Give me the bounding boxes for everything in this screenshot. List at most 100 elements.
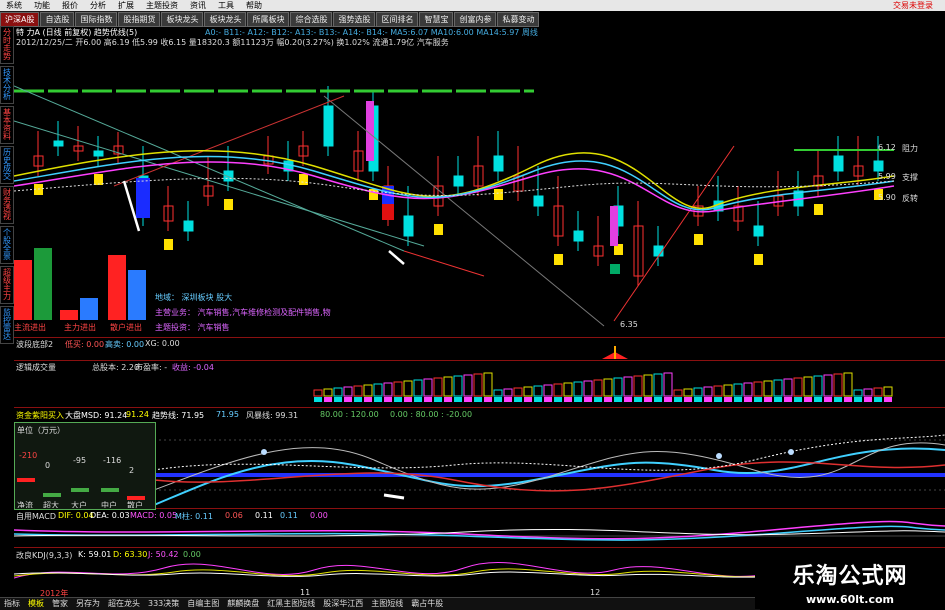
bottom-tab-7[interactable]: 麒麟换盘 bbox=[223, 598, 263, 610]
indicator1-v1: 低买: 0.00 bbox=[65, 340, 105, 349]
bottom-tab-8[interactable]: 红黑主图短线 bbox=[263, 598, 319, 610]
tab-8[interactable]: 强势选股 bbox=[333, 12, 376, 27]
flow-dot bbox=[261, 449, 267, 455]
unit-label: 净流 bbox=[17, 500, 33, 508]
tab-3[interactable]: 股指期货 bbox=[118, 12, 161, 27]
tab-4[interactable]: 板块龙头 bbox=[161, 12, 204, 27]
volume-bar bbox=[313, 389, 323, 397]
tab-1[interactable]: 自选股 bbox=[40, 12, 75, 27]
indicator3-name[interactable]: 资金紫阳买入 bbox=[16, 410, 64, 421]
volume-bar-small bbox=[514, 397, 522, 402]
support-value: 5.99 bbox=[878, 172, 896, 181]
tab-2[interactable]: 国际指数 bbox=[75, 12, 118, 27]
signal-box bbox=[814, 204, 823, 215]
tab-6[interactable]: 所属板块 bbox=[247, 12, 290, 27]
resistance-label: 阻力 bbox=[902, 144, 918, 153]
volume-bar-small bbox=[504, 397, 512, 402]
volume-bar-small bbox=[604, 397, 612, 402]
volume-bar bbox=[453, 375, 463, 397]
volume-bar bbox=[533, 385, 543, 397]
sidebar-item-3[interactable]: 历史成交 bbox=[0, 146, 14, 184]
tab-12[interactable]: 私募变动 bbox=[497, 12, 540, 27]
volume-bar bbox=[413, 379, 423, 397]
volume-bar-small bbox=[864, 397, 872, 402]
menu-extend[interactable]: 扩展 bbox=[112, 0, 140, 11]
tab-9[interactable]: 区间排名 bbox=[376, 12, 419, 27]
volume-bar-small bbox=[764, 397, 772, 402]
bottom-tab-11[interactable]: 霸占牛股 bbox=[407, 598, 447, 610]
menu-bar: 系统 功能 报价 分析 扩展 主题投资 资讯 工具 帮助 交易未登录 bbox=[0, 0, 945, 11]
volume-bar bbox=[403, 380, 413, 397]
volume-bar-small bbox=[534, 397, 542, 402]
bottom-tab-0[interactable]: 指标 bbox=[0, 598, 24, 610]
menu-system[interactable]: 系统 bbox=[0, 0, 28, 11]
volume-bar-small bbox=[804, 397, 812, 402]
tab-5[interactable]: 板块龙头 bbox=[204, 12, 247, 27]
bottom-tab-6[interactable]: 自编主图 bbox=[183, 598, 223, 610]
volume-bar-small bbox=[644, 397, 652, 402]
menu-function[interactable]: 功能 bbox=[28, 0, 56, 11]
sidebar-item-2[interactable]: 基本资料 bbox=[0, 106, 14, 144]
menu-tools[interactable]: 工具 bbox=[212, 0, 240, 11]
unit-label: 中户 bbox=[101, 500, 117, 508]
candle-body bbox=[873, 160, 884, 172]
volume-bar bbox=[863, 388, 873, 397]
bottom-tab-2[interactable]: 管家 bbox=[48, 598, 72, 610]
volume-bar bbox=[743, 382, 753, 397]
unit-bar bbox=[127, 496, 145, 500]
sidebar-item-4[interactable]: 财务透视 bbox=[0, 186, 14, 224]
tab-0[interactable]: 沪深A股 bbox=[0, 12, 40, 27]
volume-bar-small bbox=[884, 397, 892, 402]
candle-body bbox=[833, 155, 844, 172]
bottom-tab-3[interactable]: 另存为 bbox=[72, 598, 104, 610]
candle-body bbox=[53, 140, 64, 147]
sidebar-item-6[interactable]: 超级主力 bbox=[0, 266, 14, 304]
tab-10[interactable]: 智慧宝 bbox=[419, 12, 454, 27]
tab-11[interactable]: 创富内参 bbox=[454, 12, 497, 27]
sidebar-item-7[interactable]: 监控雷达 bbox=[0, 306, 14, 344]
volume-bar bbox=[473, 373, 483, 397]
flow-bar-blue bbox=[128, 270, 146, 320]
panel-divider bbox=[14, 360, 945, 361]
volume-bar-small bbox=[584, 397, 592, 402]
unit-bar bbox=[71, 488, 89, 492]
volume-bar bbox=[543, 384, 553, 397]
volume-bar-small bbox=[324, 397, 332, 402]
volume-bar bbox=[443, 376, 453, 397]
volume-bar bbox=[813, 375, 823, 397]
bottom-tab-9[interactable]: 股深华江西 bbox=[319, 598, 367, 610]
flow-marker bbox=[383, 493, 405, 500]
sidebar-item-5[interactable]: 个股全景 bbox=[0, 226, 14, 264]
menu-analysis[interactable]: 分析 bbox=[84, 0, 112, 11]
volume-bar-small bbox=[624, 397, 632, 402]
bottom-tab-5[interactable]: 333决策 bbox=[144, 598, 183, 610]
login-status[interactable]: 交易未登录 bbox=[887, 0, 945, 11]
menu-news[interactable]: 资讯 bbox=[184, 0, 212, 11]
volume-bar bbox=[803, 376, 813, 397]
flow-line bbox=[154, 442, 945, 491]
unit-value: 2 bbox=[129, 466, 134, 475]
volume-bar bbox=[843, 372, 853, 397]
bottom-tab-bar: 指标 模板 管家 另存为 超在龙头 333决策 自编主图 麒麟换盘 红黑主图短线 股深华江西 主图短… bbox=[0, 597, 760, 610]
menu-quote[interactable]: 报价 bbox=[56, 0, 84, 11]
indicator1-name[interactable]: 波段底部2 bbox=[16, 339, 53, 350]
volume-bar bbox=[823, 374, 833, 397]
sidebar-item-0[interactable]: 分时走势 bbox=[0, 26, 14, 64]
volume-bar bbox=[853, 389, 863, 397]
signal-box bbox=[224, 199, 233, 210]
signal-box bbox=[164, 239, 173, 250]
indicator1-v2: 高卖: 0.00 bbox=[105, 340, 145, 349]
candle-body bbox=[573, 230, 584, 242]
bottom-tab-1[interactable]: 模板 bbox=[24, 598, 48, 610]
volume-bar-small bbox=[494, 397, 502, 402]
sidebar-item-1[interactable]: 技术分析 bbox=[0, 66, 14, 104]
menu-theme[interactable]: 主题投资 bbox=[140, 0, 184, 11]
tab-7[interactable]: 综合选股 bbox=[290, 12, 333, 27]
volume-bar-small bbox=[814, 397, 822, 402]
volume-bar bbox=[623, 376, 633, 397]
menu-help[interactable]: 帮助 bbox=[240, 0, 268, 11]
bottom-tab-10[interactable]: 主图短线 bbox=[367, 598, 407, 610]
volume-bar-small bbox=[684, 397, 692, 402]
bottom-tab-4[interactable]: 超在龙头 bbox=[104, 598, 144, 610]
info-theme: 主题投资： 汽车销售 bbox=[155, 323, 230, 332]
